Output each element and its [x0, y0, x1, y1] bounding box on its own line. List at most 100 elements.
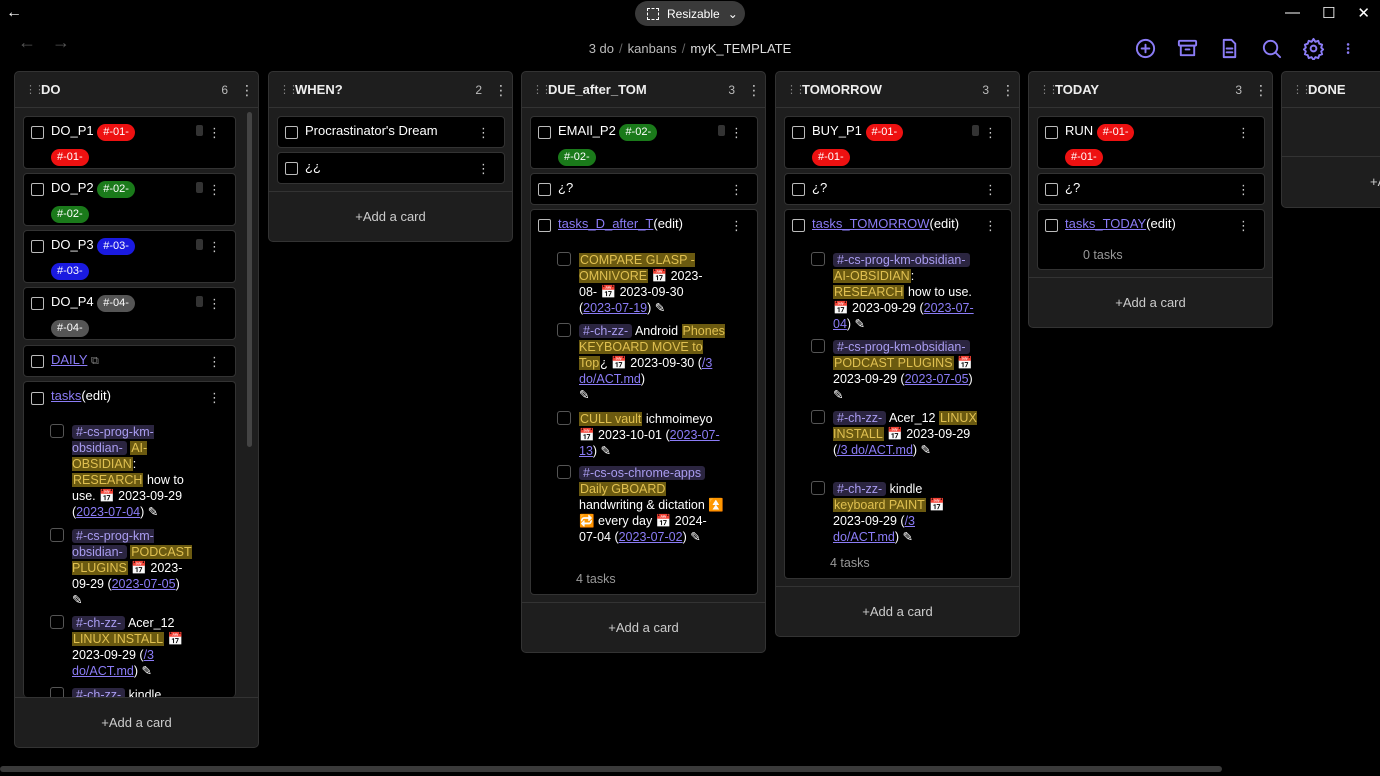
card-menu-icon[interactable]: ⋮ [1237, 218, 1250, 234]
card-checkbox[interactable] [538, 126, 551, 139]
card-do-p1[interactable]: DO_P1 #-01- #-01- ⋮ [23, 116, 236, 169]
card-checkbox[interactable] [31, 297, 44, 310]
card-tasks-tomorrow[interactable]: tasks_TOMORROW(edit) ⋮ #-cs-prog-km-obsid… [784, 209, 1012, 579]
tag-01[interactable]: #-01- [97, 124, 135, 141]
card-checkbox[interactable] [285, 162, 298, 175]
add-card-button[interactable]: +Add a card [522, 602, 765, 652]
tag-02[interactable]: #-02- [51, 206, 89, 223]
tag-01[interactable]: #-01- [812, 149, 850, 166]
add-card-button[interactable]: +Add a card [269, 191, 512, 241]
card-menu-icon[interactable]: ⋮ [208, 390, 221, 406]
card-checkbox[interactable] [792, 219, 805, 232]
drag-handle-icon[interactable]: ⋮⋮ [279, 83, 299, 96]
card-menu-icon[interactable]: ⋮ [208, 182, 221, 198]
card-procrastinator[interactable]: Procrastinator's Dream ⋮ [277, 116, 505, 148]
card-do-p2[interactable]: DO_P2 #-02- #-02- ⋮ [23, 173, 236, 226]
card-menu-icon[interactable]: ⋮ [984, 218, 997, 234]
tag-01[interactable]: #-01- [51, 149, 89, 166]
task-checkbox[interactable] [811, 339, 825, 353]
card-menu-icon[interactable]: ⋮ [208, 354, 221, 370]
add-card-button[interactable]: +Add a card [15, 697, 258, 747]
card-menu-icon[interactable]: ⋮ [477, 161, 490, 177]
card-menu-icon[interactable]: ⋮ [730, 125, 743, 141]
card-menu-icon[interactable]: ⋮ [730, 218, 743, 234]
card-tasks[interactable]: tasks(edit) ⋮ #-cs-prog-km-obsidian- AI-O… [23, 381, 236, 697]
card-daily[interactable]: DAILY ⧉ ⋮ [23, 345, 236, 377]
card-do-p3[interactable]: DO_P3 #-03- #-03- ⋮ [23, 230, 236, 283]
lane-menu-icon[interactable]: ⋮ [747, 83, 761, 97]
add-card-button[interactable]: +A [1370, 174, 1380, 189]
card-tasks-due[interactable]: tasks_D_after_T(edit) ⋮ COMPARE GLASP - O… [530, 209, 758, 595]
breadcrumb-item[interactable]: 3 do [589, 41, 614, 56]
tag-01[interactable]: #-01- [1065, 149, 1103, 166]
tag-04[interactable]: #-04- [97, 295, 135, 312]
minimize-button[interactable]: — [1285, 4, 1300, 22]
card-checkbox[interactable] [285, 126, 298, 139]
card-checkbox[interactable] [31, 355, 44, 368]
add-circle-icon[interactable] [1134, 37, 1157, 60]
card-menu-icon[interactable]: ⋮ [1237, 125, 1250, 141]
task-checkbox[interactable] [557, 252, 571, 266]
card-tasks-today[interactable]: tasks_TODAY(edit) ⋮ 0 tasks [1037, 209, 1265, 270]
card-checkbox[interactable] [1045, 219, 1058, 232]
lane-scrollbar[interactable] [247, 112, 252, 447]
add-card-button[interactable]: +Add a card [1029, 277, 1272, 327]
card-menu-icon[interactable]: ⋮ [477, 125, 490, 141]
card-menu-icon[interactable]: ⋮ [730, 182, 743, 198]
lane-menu-icon[interactable]: ⋮ [240, 83, 254, 97]
card-inv-question[interactable]: ¿¿ ⋮ [277, 152, 505, 184]
card-menu-icon[interactable]: ⋮ [1237, 182, 1250, 198]
card-checkbox[interactable] [31, 126, 44, 139]
resizable-dropdown[interactable]: Resizable ⌄ [635, 1, 745, 26]
search-icon[interactable] [1260, 37, 1283, 60]
drag-handle-icon[interactable]: ⋮⋮ [25, 83, 45, 96]
task-checkbox[interactable] [811, 481, 825, 495]
task-checkbox[interactable] [50, 615, 64, 629]
tasks-link[interactable]: tasks_TODAY [1065, 216, 1146, 231]
document-icon[interactable] [1218, 37, 1241, 60]
close-button[interactable]: ✕ [1357, 4, 1370, 22]
tag-02[interactable]: #-02- [97, 181, 135, 198]
task-checkbox[interactable] [811, 252, 825, 266]
card-checkbox[interactable] [31, 183, 44, 196]
gear-icon[interactable] [1302, 37, 1325, 60]
tag-03[interactable]: #-03- [97, 238, 135, 255]
lane-menu-icon[interactable]: ⋮ [1254, 83, 1268, 97]
card-buy-p1[interactable]: BUY_P1 #-01- #-01- ⋮ [784, 116, 1012, 169]
daily-link[interactable]: DAILY [51, 352, 87, 367]
tag-02[interactable]: #-02- [619, 124, 658, 141]
drag-handle-icon[interactable]: ⋮⋮ [1039, 83, 1059, 96]
card-menu-icon[interactable]: ⋮ [208, 296, 221, 312]
card-menu-icon[interactable]: ⋮ [208, 239, 221, 255]
card-checkbox[interactable] [1045, 183, 1058, 196]
card-email[interactable]: EMAIl_P2 #-02- #-02- ⋮ [530, 116, 758, 169]
card-question[interactable]: ¿? ⋮ [1037, 173, 1265, 205]
lane-menu-icon[interactable]: ⋮ [1001, 83, 1015, 97]
tag-02[interactable]: #-02- [558, 149, 596, 166]
card-checkbox[interactable] [538, 183, 551, 196]
breadcrumb-item[interactable]: kanbans [628, 41, 677, 56]
task-checkbox[interactable] [50, 528, 64, 542]
card-question[interactable]: ¿? ⋮ [530, 173, 758, 205]
tasks-link[interactable]: tasks_D_after_T [558, 216, 653, 231]
task-checkbox[interactable] [50, 687, 64, 697]
card-run[interactable]: RUN #-01- #-01- ⋮ [1037, 116, 1265, 169]
card-menu-icon[interactable]: ⋮ [984, 182, 997, 198]
drag-handle-icon[interactable]: ⋮⋮ [1292, 83, 1312, 96]
task-checkbox[interactable] [557, 411, 571, 425]
tag-01[interactable]: #-01- [1096, 124, 1135, 141]
card-do-p4[interactable]: DO_P4 #-04- #-04- ⋮ [23, 287, 236, 340]
tasks-link[interactable]: tasks_TOMORROW [812, 216, 930, 231]
drag-handle-icon[interactable]: ⋮⋮ [786, 83, 806, 96]
tag-03[interactable]: #-03- [51, 263, 89, 280]
card-checkbox[interactable] [31, 240, 44, 253]
task-checkbox[interactable] [557, 323, 571, 337]
card-question[interactable]: ¿? ⋮ [784, 173, 1012, 205]
card-checkbox[interactable] [792, 126, 805, 139]
window-back-icon[interactable]: ← [6, 4, 24, 22]
task-checkbox[interactable] [557, 465, 571, 479]
task-checkbox[interactable] [811, 410, 825, 424]
card-checkbox[interactable] [1045, 126, 1058, 139]
breadcrumb-item[interactable]: myK_TEMPLATE [690, 41, 791, 56]
tasks-link[interactable]: tasks [51, 388, 81, 403]
